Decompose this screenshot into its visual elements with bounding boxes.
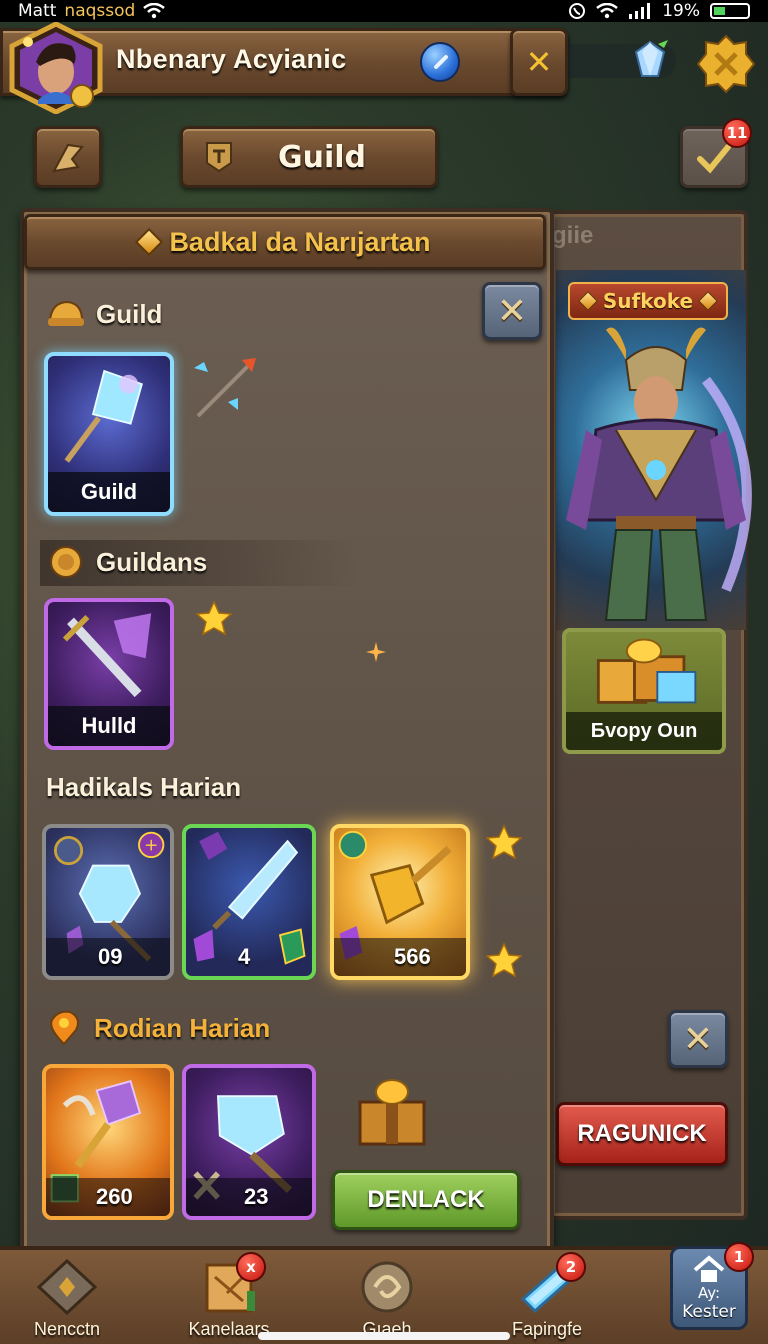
header-close-button[interactable]: ✕ <box>510 28 568 96</box>
nav-item-nencctn[interactable]: Nencctn <box>2 1250 132 1340</box>
panel-title: Badkal da Narıjartan <box>169 226 431 257</box>
ragunick-button[interactable]: RAGUNICK <box>556 1102 728 1166</box>
hadikals-qty-2: 4 <box>238 944 251 969</box>
nav-item-kanelaars[interactable]: Kanelaars <box>164 1250 294 1340</box>
panel-title-bar: Badkal da Narıjartan <box>24 214 546 270</box>
hero-tag-label: Sufkoke <box>602 289 694 313</box>
battery-icon <box>710 3 750 19</box>
rodian-qty-2: 23 <box>244 1184 269 1209</box>
gem-currency-icon <box>634 40 668 77</box>
carrier-prefix: Matt <box>18 1 57 21</box>
location-pin-icon <box>50 1010 79 1046</box>
battery-percent: 19% <box>662 1 700 21</box>
section-rodian-label: Rodian Harian <box>94 1012 271 1043</box>
nav-item-gaeh[interactable]: Gıaeh <box>322 1250 452 1340</box>
edit-button[interactable] <box>34 126 102 188</box>
avatar-portrait-icon <box>9 21 103 115</box>
hadikals-item-3[interactable]: 566 <box>330 824 470 980</box>
side-panel-title: giie <box>552 222 594 249</box>
section-guildans-label: Guildans <box>96 546 208 577</box>
carrier-name: naqssod <box>64 1 136 21</box>
player-avatar[interactable] <box>6 21 106 115</box>
hadikals-item-2[interactable]: 4 <box>182 824 316 980</box>
sparkle-icon <box>366 642 386 662</box>
status-bar: Matt naqssod 19% <box>0 0 768 22</box>
wifi-icon-right <box>596 3 618 19</box>
hadikals-item-1[interactable]: + 09 <box>42 824 174 980</box>
section-guild-label: Guild <box>96 298 163 329</box>
rune-diamond-icon <box>36 1258 98 1316</box>
diamond-icon <box>698 291 718 311</box>
close-icon: ✕ <box>525 43 553 81</box>
denlack-button[interactable]: DENLACK <box>332 1170 520 1230</box>
nav-count-badge: 2 <box>556 1252 586 1282</box>
bundle-label: Бvopy Oun <box>566 712 722 750</box>
home-badge: 1 <box>724 1242 754 1272</box>
close-icon: ✕ <box>682 1018 714 1060</box>
player-name: Nbenary Acyianic <box>116 44 347 74</box>
svg-text:+: + <box>144 835 158 855</box>
hadikals-qty-1: 09 <box>98 944 123 969</box>
call-icon <box>569 3 586 19</box>
home-label-top: Ay: <box>697 1284 721 1302</box>
home-label: Kester <box>682 1302 736 1322</box>
star-icon <box>486 824 522 860</box>
carrier-info: Matt naqssod <box>18 1 166 21</box>
guild-card-label: Guild <box>48 472 170 512</box>
hero-warrior-icon[interactable] <box>556 320 766 630</box>
arrow-cluster-icon <box>194 358 256 418</box>
guild-tab-label: Guild <box>277 139 367 175</box>
diamond-icon <box>578 291 598 311</box>
rodian-item-2[interactable]: 23 <box>182 1064 316 1220</box>
guildans-item-card[interactable]: Hulld <box>44 598 174 750</box>
rodian-item-1[interactable]: 260 <box>42 1064 174 1220</box>
gift-box-icon <box>358 1079 426 1146</box>
nav-alert-badge: x <box>236 1252 266 1282</box>
close-icon: ✕ <box>496 290 528 332</box>
system-home-indicator[interactable] <box>258 1332 510 1340</box>
nav-item-fapingfe[interactable]: Fapingfe <box>482 1250 612 1340</box>
nav-label: Nencctn <box>33 1319 101 1339</box>
mana-orb-icon[interactable] <box>420 42 460 82</box>
bundle-offer-card[interactable]: Бvopy Oun <box>562 628 726 754</box>
quill-icon <box>52 143 84 173</box>
diamond-icon <box>135 227 164 257</box>
section-rodian-heading: Rodian Harian <box>44 1010 270 1046</box>
nav-label: Fapingfe <box>511 1319 583 1339</box>
section-hadikals-label: Hadikals Harian <box>46 772 242 802</box>
guild-banner-icon <box>206 142 232 173</box>
helmet-icon <box>48 300 84 326</box>
coin-medal-icon <box>50 546 82 578</box>
achievement-badge-icon[interactable] <box>696 34 756 94</box>
star-icon <box>486 942 522 978</box>
guild-item-card[interactable]: Guild <box>44 352 174 516</box>
tab-guild[interactable]: Guild <box>180 126 438 188</box>
star-icon <box>196 600 232 636</box>
quests-badge: 11 <box>722 118 752 148</box>
panel-close-button[interactable]: ✕ <box>482 282 542 340</box>
signal-icon <box>629 3 651 19</box>
hero-tag[interactable]: Sufkoke <box>568 282 728 320</box>
side-close-button[interactable]: ✕ <box>668 1010 728 1068</box>
home-icon <box>693 1255 725 1282</box>
section-guild-heading: Guild <box>46 296 162 332</box>
wifi-icon <box>143 3 166 19</box>
rodian-qty-1: 260 <box>96 1184 133 1209</box>
section-guildans-heading: Guildans <box>46 544 207 580</box>
status-right: 19% <box>568 1 750 21</box>
hadikals-qty-3: 566 <box>394 944 431 969</box>
section-hadikals-heading: Hadikals Harian <box>46 772 241 803</box>
swirl-coin-icon <box>361 1261 413 1313</box>
guildans-card-label: Hulld <box>48 706 170 746</box>
